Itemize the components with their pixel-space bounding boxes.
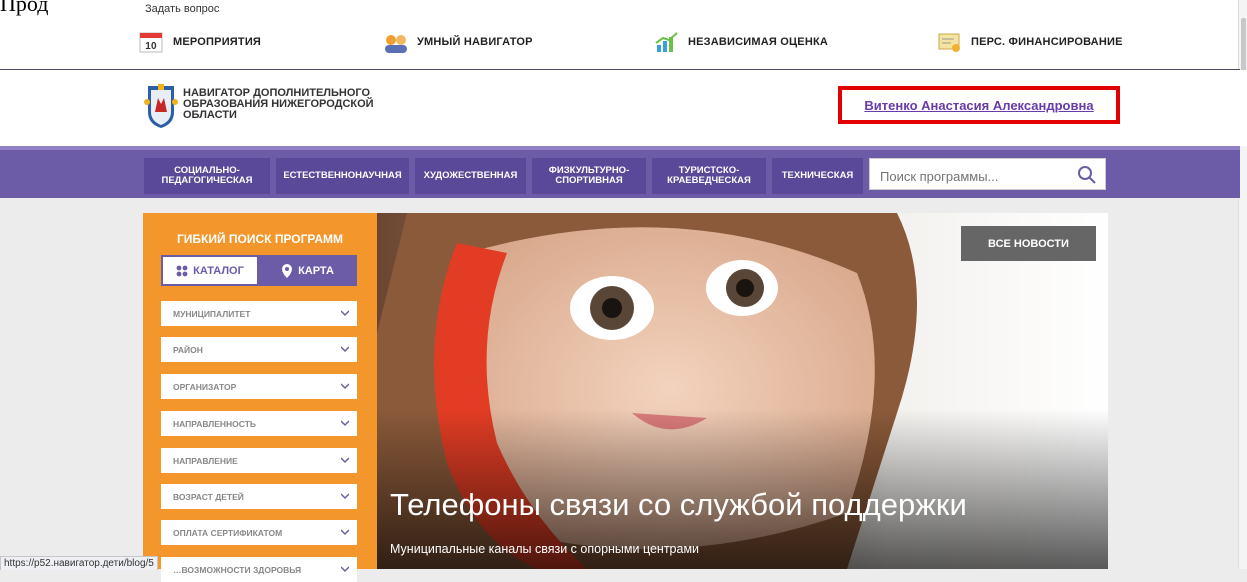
chart-icon [654,31,680,53]
certificate-icon [937,31,963,53]
user-highlight-box: Витенко Анастасия Александровна [838,86,1120,124]
select-label: РАЙОН [173,344,203,355]
independent-rating-label: НЕЗАВИСИМАЯ ОЦЕНКА [688,36,829,48]
category-natural-science[interactable]: ЕСТЕСТВЕННОНАУЧНАЯ [276,158,409,194]
chevron-down-icon [340,528,350,536]
select-label: МУНИЦИПАЛИТЕТ [173,308,251,319]
scrollbar-thumb[interactable] [1241,18,1246,78]
child-age-select[interactable]: ВОЗРАСТ ДЕТЕЙ [161,484,357,509]
browser-status-url: https://p52.навигатор.дети/blog/5 [0,556,158,570]
svg-text:10: 10 [145,41,157,52]
document-text-fragment: Прод [0,0,49,16]
map-pin-icon [282,263,293,278]
chevron-down-icon [340,419,350,427]
all-news-button[interactable]: ВСЕ НОВОСТИ [961,226,1096,261]
tab-map[interactable]: КАРТА [259,255,357,286]
tab-catalog[interactable]: КАТАЛОГ [161,255,259,286]
chevron-down-icon [340,565,350,573]
people-icon [383,31,409,53]
view-tabs: КАТАЛОГ КАРТА [161,255,357,286]
filter-title: ГИБКИЙ ПОИСК ПРОГРАММ [176,232,344,246]
organizer-select[interactable]: ОРГАНИЗАТОР [161,374,357,399]
events-link[interactable]: 10 МЕРОПРИЯТИЯ [139,28,261,56]
chevron-down-icon [340,492,350,500]
select-label: ОРГАНИЗАТОР [173,381,237,392]
municipality-select[interactable]: МУНИЦИПАЛИТЕТ [161,301,357,326]
category-nav: СОЦИАЛЬНО-ПЕДАГОГИЧЕСКАЯ ЕСТЕСТВЕННОНАУЧ… [0,146,1240,198]
grid-icon [176,265,188,277]
chevron-down-icon [340,309,350,317]
category-tourism[interactable]: ТУРИСТСКО-КРАЕВЕДЧЕСКАЯ [652,158,766,194]
smart-navigator-label: УМНЫЙ НАВИГАТОР [417,36,533,48]
select-label: НАПРАВЛЕННОСТЬ [173,418,257,429]
tab-map-label: КАРТА [298,264,334,277]
flexible-search-panel: ГИБКИЙ ПОИСК ПРОГРАММ КАТАЛОГ КАРТА МУНИ… [143,213,377,582]
certificate-payment-select[interactable]: ОПЛАТА СЕРТИФИКАТОМ [161,520,357,545]
program-search [869,158,1106,190]
direction-select[interactable]: НАПРАВЛЕНИЕ [161,448,357,473]
district-select[interactable]: РАЙОН [161,337,357,362]
personal-financing-label: ПЕРС. ФИНАНСИРОВАНИЕ [971,36,1123,48]
select-label: …ВОЗМОЖНОСТИ ЗДОРОВЬЯ [173,564,302,575]
top-links-bar: Прод Задать вопрос 10 МЕРОПРИЯТИЯ УМНЫЙ … [0,0,1247,70]
select-label: ВОЗРАСТ ДЕТЕЙ [173,491,244,502]
search-icon[interactable] [1077,165,1097,185]
select-label: НАПРАВЛЕНИЕ [173,455,238,466]
search-input[interactable] [878,165,1072,187]
category-technical[interactable]: ТЕХНИЧЕСКАЯ [772,158,863,194]
news-hero-slide[interactable]: ВСЕ НОВОСТИ Телефоны связи со службой по… [377,213,1108,569]
chevron-down-icon [340,456,350,464]
events-link-label: МЕРОПРИЯТИЯ [173,36,262,48]
chevron-down-icon [340,345,350,353]
smart-navigator-link[interactable]: УМНЫЙ НАВИГАТОР [383,28,533,56]
health-options-select[interactable]: …ВОЗМОЖНОСТИ ЗДОРОВЬЯ [161,557,357,582]
site-brand-title[interactable]: НАВИГАТОР ДОПОЛНИТЕЛЬНОГО ОБРАЗОВАНИЯ НИ… [183,88,413,121]
category-sports[interactable]: ФИЗКУЛЬТУРНО-СПОРТИВНАЯ [532,158,646,194]
independent-rating-link[interactable]: НЕЗАВИСИМАЯ ОЦЕНКА [654,28,828,56]
news-subtitle: Муниципальные каналы связи с опорными це… [390,542,700,556]
orientation-select[interactable]: НАПРАВЛЕННОСТЬ [161,411,357,436]
personal-financing-link[interactable]: ПЕРС. ФИНАНСИРОВАНИЕ [937,28,1123,56]
chevron-down-icon [340,382,350,390]
news-title[interactable]: Телефоны связи со службой поддержки [390,487,967,523]
site-header: НАВИГАТОР ДОПОЛНИТЕЛЬНОГО ОБРАЗОВАНИЯ НИ… [0,70,1247,146]
select-label: ОПЛАТА СЕРТИФИКАТОМ [173,527,283,538]
ask-question-link[interactable]: Задать вопрос [145,3,219,15]
category-social-pedagogical[interactable]: СОЦИАЛЬНО-ПЕДАГОГИЧЕСКАЯ [144,158,270,194]
user-profile-link[interactable]: Витенко Анастасия Александровна [864,98,1093,113]
coat-of-arms-logo[interactable] [144,82,178,130]
tab-catalog-label: КАТАЛОГ [193,264,244,277]
calendar-icon: 10 [139,31,165,53]
category-arts[interactable]: ХУДОЖЕСТВЕННАЯ [415,158,526,194]
